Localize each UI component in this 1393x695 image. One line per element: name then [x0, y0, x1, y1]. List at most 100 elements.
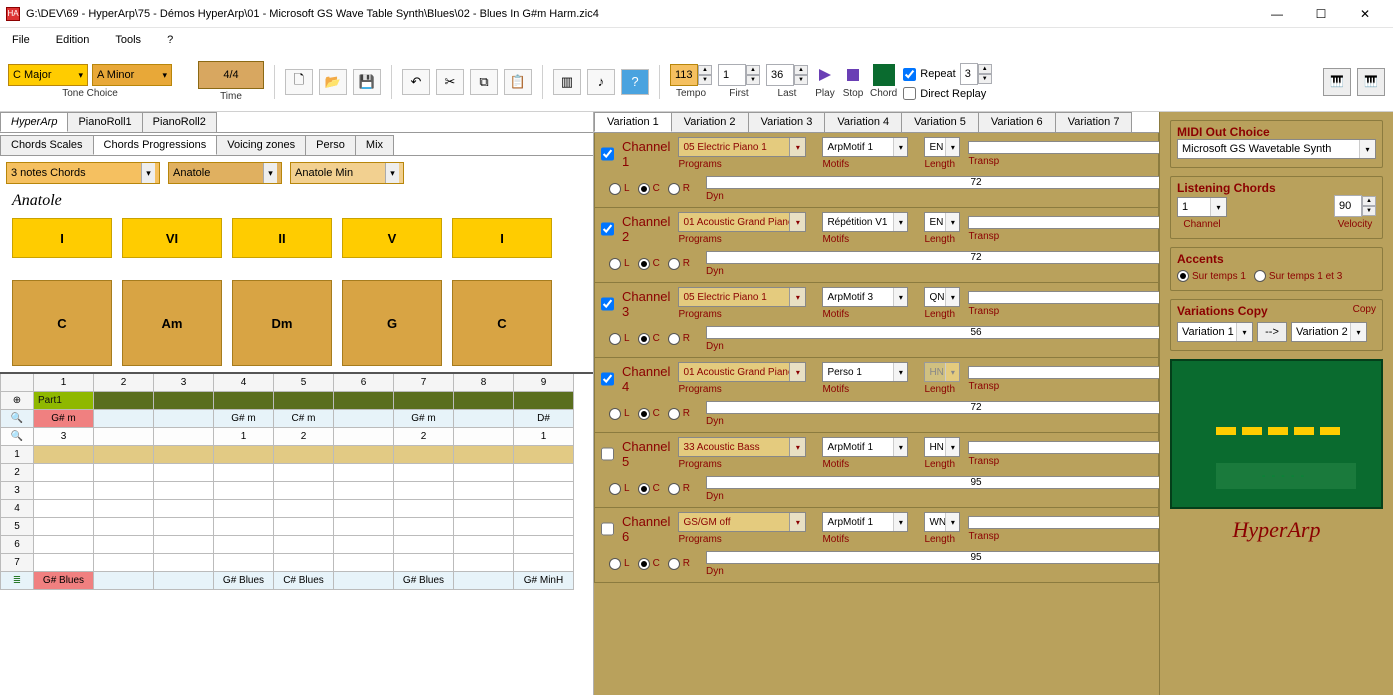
- grid-cell[interactable]: [274, 464, 334, 482]
- grid-cell[interactable]: [394, 518, 454, 536]
- grid-cell[interactable]: [94, 554, 154, 572]
- part-cell[interactable]: Part1: [34, 392, 94, 410]
- motif-select[interactable]: Répétition V1▾: [822, 212, 908, 232]
- grid-cell[interactable]: [274, 554, 334, 572]
- lcr-radio-group[interactable]: L C R: [609, 258, 690, 270]
- chord-tile[interactable]: C: [452, 280, 552, 366]
- stop-button[interactable]: [842, 64, 864, 86]
- grid-cell[interactable]: [334, 518, 394, 536]
- grid-cell[interactable]: [514, 518, 574, 536]
- help-icon[interactable]: ?: [621, 69, 649, 95]
- grid-cell[interactable]: [154, 536, 214, 554]
- grid-cell[interactable]: [334, 500, 394, 518]
- tab-variation-6[interactable]: Variation 6: [978, 112, 1056, 132]
- copy-icon[interactable]: ⧉: [470, 69, 498, 95]
- grid-cell[interactable]: 2: [274, 428, 334, 446]
- grid-cell[interactable]: [334, 482, 394, 500]
- menu-file[interactable]: File: [12, 34, 30, 46]
- accent-opt2-radio[interactable]: Sur temps 1 et 3: [1254, 270, 1342, 282]
- grid-cell[interactable]: [394, 536, 454, 554]
- grid-cell[interactable]: [514, 482, 574, 500]
- grid-cell[interactable]: [154, 464, 214, 482]
- lcr-radio-group[interactable]: L C R: [609, 333, 690, 345]
- channel-enable-checkbox[interactable]: [601, 222, 614, 236]
- degree-tile[interactable]: I: [452, 218, 552, 258]
- chord-tile[interactable]: G: [342, 280, 442, 366]
- tab-mix[interactable]: Mix: [355, 135, 394, 155]
- direct-replay-checkbox[interactable]: [903, 87, 916, 100]
- grid-cell[interactable]: [214, 482, 274, 500]
- dyn-select[interactable]: 72▾: [706, 251, 1159, 264]
- degree-tile[interactable]: I: [12, 218, 112, 258]
- lcr-radio-group[interactable]: L C R: [609, 483, 690, 495]
- grid-cell[interactable]: G# Blues: [34, 572, 94, 590]
- note-icon[interactable]: ♪: [587, 69, 615, 95]
- grid-cell[interactable]: [94, 464, 154, 482]
- channel-enable-checkbox[interactable]: [601, 147, 614, 161]
- save-file-icon[interactable]: 💾: [353, 69, 381, 95]
- chord-tile[interactable]: Am: [122, 280, 222, 366]
- degree-tile[interactable]: V: [342, 218, 442, 258]
- motif-select[interactable]: Perso 1▾: [822, 362, 908, 382]
- minimize-button[interactable]: —: [1255, 0, 1299, 28]
- grid-cell[interactable]: [334, 554, 394, 572]
- grid-cell[interactable]: [94, 518, 154, 536]
- paste-icon[interactable]: 📋: [504, 69, 532, 95]
- grid-cell[interactable]: [454, 518, 514, 536]
- grid-cell[interactable]: D#: [514, 410, 574, 428]
- copy-arrow-button[interactable]: -->: [1257, 322, 1287, 342]
- dyn-select[interactable]: 72▾: [706, 176, 1159, 189]
- channel-enable-checkbox[interactable]: [601, 447, 614, 461]
- length-select[interactable]: EN▾: [924, 137, 960, 157]
- first-spinner[interactable]: 1▲▼: [718, 64, 760, 86]
- motif-select[interactable]: ArpMotif 1▾: [822, 437, 908, 457]
- tempo-spinner[interactable]: 113 ▲▼: [670, 64, 712, 86]
- dyn-select[interactable]: 72▾: [706, 401, 1159, 414]
- channel-enable-checkbox[interactable]: [601, 372, 614, 386]
- maximize-button[interactable]: ☐: [1299, 0, 1343, 28]
- zoom-out-icon[interactable]: 🔍: [0, 428, 34, 446]
- tone-major-select[interactable]: C Major▾: [8, 64, 88, 86]
- menu-?[interactable]: ?: [167, 34, 173, 46]
- program-select[interactable]: 01 Acoustic Grand Piano▾: [678, 212, 806, 232]
- degree-tile[interactable]: VI: [122, 218, 222, 258]
- grid-cell[interactable]: [334, 464, 394, 482]
- tab-variation-7[interactable]: Variation 7: [1055, 112, 1133, 132]
- transpose-select[interactable]: -7▾: [968, 516, 1159, 529]
- tab-variation-1[interactable]: Variation 1: [594, 112, 672, 132]
- tone-minor-select[interactable]: A Minor▾: [92, 64, 172, 86]
- program-select[interactable]: 05 Electric Piano 1▾: [678, 287, 806, 307]
- grid-cell[interactable]: [514, 554, 574, 572]
- grid-cell[interactable]: G# Blues: [394, 572, 454, 590]
- grid-cell[interactable]: G# m: [394, 410, 454, 428]
- grid-cell[interactable]: [214, 500, 274, 518]
- time-signature[interactable]: 4/4: [198, 61, 264, 89]
- grid-cell[interactable]: [154, 518, 214, 536]
- program-select[interactable]: 01 Acoustic Grand Piano▾: [678, 362, 806, 382]
- dyn-select[interactable]: 56▾: [706, 326, 1159, 339]
- degree-tile[interactable]: II: [232, 218, 332, 258]
- grid-cell[interactable]: G# MinH: [514, 572, 574, 590]
- grid-cell[interactable]: C# m: [274, 410, 334, 428]
- grid-cell[interactable]: [454, 500, 514, 518]
- length-select[interactable]: EN▾: [924, 212, 960, 232]
- columns-icon[interactable]: ▥: [553, 69, 581, 95]
- motif-select[interactable]: ArpMotif 1▾: [822, 137, 908, 157]
- grid-cell[interactable]: [154, 482, 214, 500]
- channel-enable-checkbox[interactable]: [601, 297, 614, 311]
- listen-channel-select[interactable]: 1▾: [1177, 197, 1227, 217]
- grid-cell[interactable]: [214, 536, 274, 554]
- grid-cell[interactable]: 2: [394, 428, 454, 446]
- motif-select[interactable]: ArpMotif 3▾: [822, 287, 908, 307]
- channel-enable-checkbox[interactable]: [601, 522, 614, 536]
- menu-edition[interactable]: Edition: [56, 34, 90, 46]
- tab-chords-scales[interactable]: Chords Scales: [0, 135, 94, 155]
- menu-tools[interactable]: Tools: [115, 34, 141, 46]
- grid-cell[interactable]: [394, 500, 454, 518]
- grid-cell[interactable]: [514, 500, 574, 518]
- grid-cell[interactable]: [34, 464, 94, 482]
- undo-icon[interactable]: ↶: [402, 69, 430, 95]
- grid-cell[interactable]: [454, 536, 514, 554]
- lcr-radio-group[interactable]: L C R: [609, 408, 690, 420]
- new-file-icon[interactable]: 🗋: [285, 69, 313, 95]
